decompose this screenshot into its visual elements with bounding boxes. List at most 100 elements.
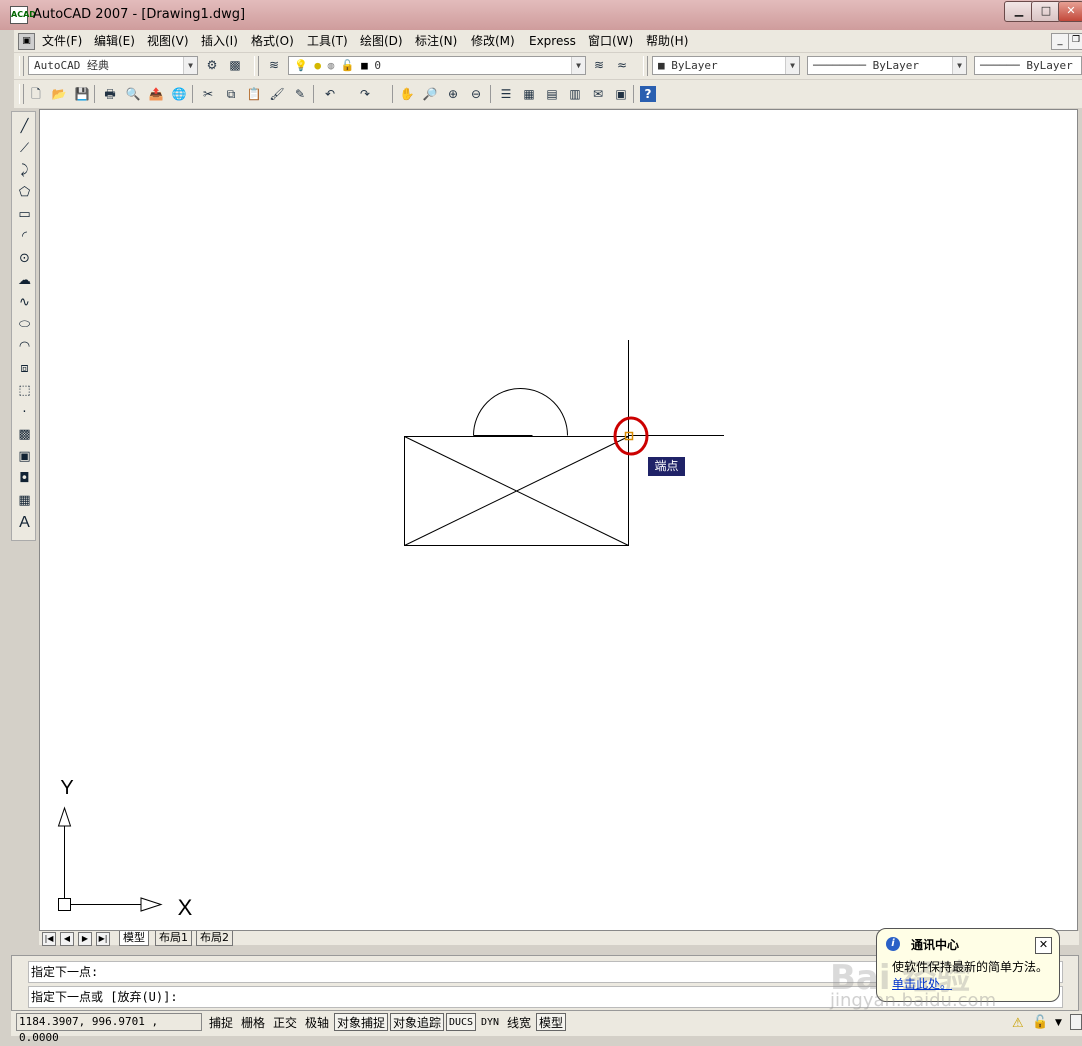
- rectangle-icon[interactable]: ▭: [16, 206, 33, 224]
- document-restore-button[interactable]: ❐: [1068, 33, 1082, 50]
- open-icon[interactable]: 📂: [49, 84, 69, 104]
- tool-palettes-icon[interactable]: ▤: [542, 84, 562, 104]
- minimize-button[interactable]: ▁: [1004, 1, 1034, 22]
- insert-block-icon[interactable]: ⧈: [16, 360, 33, 378]
- balloon-link[interactable]: 单击此处。: [892, 975, 952, 992]
- new-icon[interactable]: 🗋: [26, 84, 46, 104]
- quickcalc-icon[interactable]: ▣: [611, 84, 631, 104]
- balloon-close-button[interactable]: ✕: [1035, 937, 1052, 954]
- lock-viewport-icon[interactable]: ◍: [328, 59, 335, 72]
- maximize-button[interactable]: □: [1031, 1, 1061, 22]
- workspace-settings-icon[interactable]: ⚙: [202, 55, 222, 75]
- make-object-layer-current-icon[interactable]: ≋: [589, 55, 609, 75]
- workspace-save-icon[interactable]: ▩: [225, 55, 245, 75]
- drawing-area[interactable]: Y X: [39, 109, 1078, 931]
- last-tab-icon[interactable]: ▶|: [96, 932, 110, 946]
- plot-preview-icon[interactable]: 🔍: [123, 84, 143, 104]
- markup-icon[interactable]: ✉: [588, 84, 608, 104]
- status-menu-chevron-icon[interactable]: ▼: [1055, 1018, 1062, 1028]
- toolbar-lock-icon[interactable]: 🔓: [1032, 1015, 1048, 1030]
- circle-icon[interactable]: ⊙: [16, 250, 33, 268]
- communication-center-icon[interactable]: ⚠: [1012, 1016, 1024, 1031]
- line-icon[interactable]: ╱: [16, 118, 33, 136]
- grid-toggle[interactable]: 栅格: [238, 1013, 268, 1031]
- close-button[interactable]: ✕: [1058, 1, 1082, 22]
- spline-icon[interactable]: ∿: [16, 294, 33, 312]
- ortho-toggle[interactable]: 正交: [270, 1013, 300, 1031]
- chevron-down-icon[interactable]: ▼: [952, 57, 966, 74]
- make-block-icon[interactable]: ⬚: [16, 382, 33, 400]
- zoom-realtime-icon[interactable]: 🔎: [420, 84, 440, 104]
- cut-icon[interactable]: ✂: [198, 84, 218, 104]
- plot-icon[interactable]: 🖶: [100, 84, 120, 104]
- redo-icon[interactable]: ↷: [355, 84, 375, 104]
- tab-model[interactable]: 模型: [119, 931, 149, 946]
- menu-format[interactable]: 格式(O): [251, 33, 294, 49]
- polygon-icon[interactable]: ⬠: [16, 184, 33, 202]
- menu-express[interactable]: Express: [529, 33, 576, 49]
- toolbar-grip[interactable]: [19, 56, 24, 76]
- menu-dimension[interactable]: 标注(N): [415, 33, 457, 49]
- dyn-toggle[interactable]: DYN: [478, 1013, 502, 1031]
- linetype-dropdown[interactable]: ──────── ByLayer ▼: [807, 56, 967, 75]
- sun-icon[interactable]: ●: [314, 59, 321, 72]
- save-icon[interactable]: 💾: [72, 84, 92, 104]
- copy-icon[interactable]: ⧉: [221, 84, 241, 104]
- menu-edit[interactable]: 编辑(E): [94, 33, 135, 49]
- toolbar-grip[interactable]: [19, 84, 24, 104]
- tab-layout2[interactable]: 布局2: [196, 931, 233, 946]
- layer-previous-icon[interactable]: ≈: [612, 55, 632, 75]
- ellipse-arc-icon[interactable]: ◠: [16, 338, 33, 356]
- snap-toggle[interactable]: 捕捉: [206, 1013, 236, 1031]
- block-editor-icon[interactable]: ✎: [290, 84, 310, 104]
- lineweight-dropdown[interactable]: ────── ByLayer: [974, 56, 1082, 75]
- lineweight-toggle[interactable]: 线宽: [504, 1013, 534, 1031]
- workspace-dropdown[interactable]: AutoCAD 经典 ▼: [28, 56, 198, 75]
- revision-cloud-icon[interactable]: ☁: [16, 272, 33, 290]
- menu-modify[interactable]: 修改(M): [471, 33, 515, 49]
- tab-layout1[interactable]: 布局1: [155, 931, 192, 946]
- properties-icon[interactable]: ☰: [496, 84, 516, 104]
- ellipse-icon[interactable]: ⬭: [16, 316, 33, 334]
- menu-file[interactable]: 文件(F): [42, 33, 82, 49]
- clean-screen-icon[interactable]: [1070, 1014, 1082, 1030]
- polyline-icon[interactable]: ⤸: [16, 162, 33, 180]
- gradient-icon[interactable]: ▣: [16, 448, 33, 466]
- multiline-text-icon[interactable]: A: [16, 514, 33, 532]
- menu-insert[interactable]: 插入(I): [201, 33, 238, 49]
- paste-icon[interactable]: 📋: [244, 84, 264, 104]
- help-icon[interactable]: ?: [640, 86, 656, 102]
- chevron-down-icon[interactable]: ▼: [571, 57, 585, 74]
- 3d-dwf-icon[interactable]: 🌐: [169, 84, 189, 104]
- next-tab-icon[interactable]: ▶: [78, 932, 92, 946]
- prev-tab-icon[interactable]: ◀: [60, 932, 74, 946]
- zoom-previous-icon[interactable]: ⊖: [466, 84, 486, 104]
- model-toggle[interactable]: 模型: [536, 1013, 566, 1031]
- chevron-down-icon[interactable]: ▼: [785, 57, 799, 74]
- lightbulb-icon[interactable]: 💡: [294, 59, 308, 72]
- layer-dropdown[interactable]: 💡 ● ◍ 🔓 ■ 0 ▼: [288, 56, 586, 75]
- menu-view[interactable]: 视图(V): [147, 33, 189, 49]
- otrack-toggle[interactable]: 对象追踪: [390, 1013, 444, 1031]
- menu-help[interactable]: 帮助(H): [646, 33, 688, 49]
- construction-line-icon[interactable]: ⟋: [16, 140, 33, 158]
- pan-icon[interactable]: ✋: [397, 84, 417, 104]
- layer-manager-icon[interactable]: ≋: [264, 55, 284, 75]
- design-center-icon[interactable]: ▦: [519, 84, 539, 104]
- undo-icon[interactable]: ↶: [320, 84, 340, 104]
- sheet-set-icon[interactable]: ▥: [565, 84, 585, 104]
- color-dropdown[interactable]: ■ ByLayer ▼: [652, 56, 800, 75]
- match-properties-icon[interactable]: 🖌: [267, 84, 287, 104]
- ducs-toggle[interactable]: DUCS: [446, 1013, 476, 1031]
- menu-window[interactable]: 窗口(W): [588, 33, 633, 49]
- osnap-toggle[interactable]: 对象捕捉: [334, 1013, 388, 1031]
- point-icon[interactable]: ·: [16, 404, 33, 422]
- coordinate-display[interactable]: 1184.3907, 996.9701 , 0.0000: [16, 1013, 202, 1044]
- first-tab-icon[interactable]: |◀: [42, 932, 56, 946]
- polar-toggle[interactable]: 极轴: [302, 1013, 332, 1031]
- lock-icon[interactable]: 🔓: [341, 59, 355, 72]
- autocad-app-icon[interactable]: ACAD: [10, 6, 36, 24]
- region-icon[interactable]: ◘: [16, 470, 33, 488]
- chevron-down-icon[interactable]: ▼: [183, 57, 197, 74]
- menu-draw[interactable]: 绘图(D): [360, 33, 403, 49]
